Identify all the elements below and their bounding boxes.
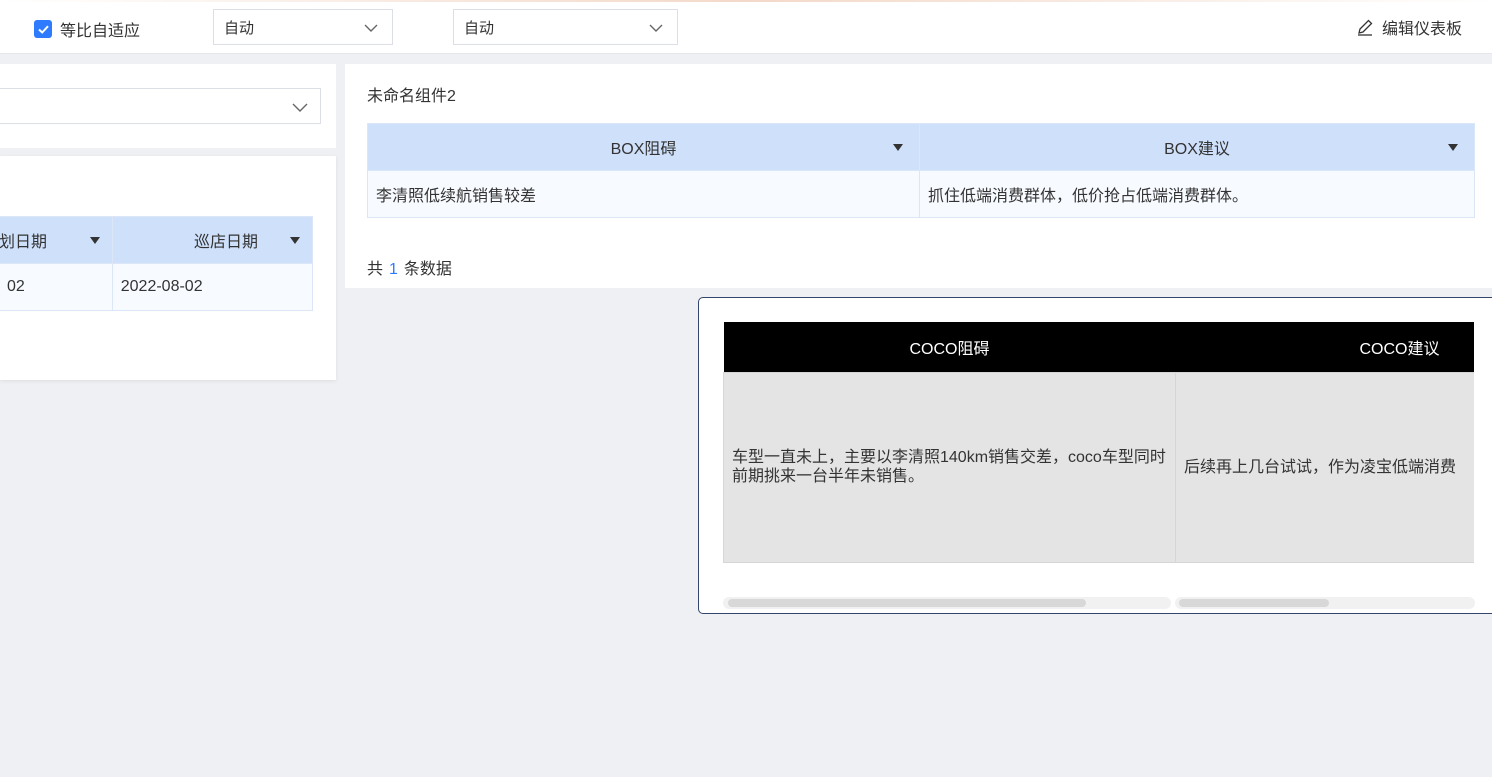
- pencil-icon: [1357, 19, 1373, 36]
- box-widget: 未命名组件2 BOX阻碍 BOX建议 李清照低续航销售较差 抓住低端消费群体，低…: [345, 64, 1492, 288]
- toolbar: 等比自适应 自动 自动 编辑仪表板: [0, 0, 1492, 54]
- height-select[interactable]: 自动: [453, 9, 678, 45]
- table-header-row: BOX阻碍 BOX建议: [367, 123, 1475, 171]
- table-cell: 后续再上几台试试，作为凌宝低端消费: [1175, 371, 1474, 563]
- box-table: BOX阻碍 BOX建议 李清照低续航销售较差 抓住低端消费群体，低价抢占低端消费…: [367, 123, 1475, 218]
- table-row: 车型一直未上，主要以李清照140km销售交差，coco车型同时前期挑来一台半年未…: [723, 371, 1474, 563]
- column-header[interactable]: COCO阻碍: [723, 322, 1176, 372]
- checkbox-label: 等比自适应: [60, 23, 141, 40]
- column-header[interactable]: BOX阻碍: [367, 123, 920, 171]
- table-row: 李清照低续航销售较差 抓住低端消费群体，低价抢占低端消费群体。: [367, 170, 1475, 218]
- edit-dashboard-label: 编辑仪表板: [1381, 21, 1462, 38]
- filter-panel: [0, 64, 336, 148]
- column-header[interactable]: 划日期: [0, 216, 113, 264]
- column-header[interactable]: BOX建议: [919, 123, 1475, 171]
- column-header[interactable]: COCO建议: [1175, 322, 1474, 372]
- chevron-down-icon: [649, 24, 663, 32]
- coco-widget: COCO阻碍 COCO建议 车型一直未上，主要以李清照140km销售交差，coc…: [698, 297, 1492, 614]
- edit-dashboard-button[interactable]: 编辑仪表板: [1356, 15, 1462, 39]
- table-header-row: COCO阻碍 COCO建议: [723, 322, 1474, 372]
- height-select-value: 自动: [464, 19, 495, 37]
- coco-table: COCO阻碍 COCO建议 车型一直未上，主要以李清照140km销售交差，coc…: [723, 322, 1474, 563]
- chevron-down-icon: [364, 24, 378, 32]
- record-count-prefix: 共: [367, 261, 384, 278]
- horizontal-scrollbar[interactable]: [1175, 597, 1475, 609]
- cell-text: 后续再上几台试试，作为凌宝低端消费: [1184, 458, 1457, 476]
- sort-triangle-icon[interactable]: [1448, 144, 1458, 151]
- column-header-label: BOX阻碍: [610, 141, 677, 158]
- cell-text: 车型一直未上，主要以李清照140km销售交差，coco车型同时前期挑来一台半年未…: [732, 449, 1166, 485]
- filter-select[interactable]: [0, 88, 321, 124]
- record-count-suffix: 条数据: [403, 261, 452, 278]
- coco-table-viewport: COCO阻碍 COCO建议 车型一直未上，主要以李清照140km销售交差，coc…: [723, 322, 1474, 563]
- table-cell: 李清照低续航销售较差: [367, 170, 920, 218]
- width-select[interactable]: 自动: [213, 9, 393, 45]
- column-header[interactable]: 巡店日期: [111, 216, 314, 264]
- column-header-label: BOX建议: [1164, 141, 1230, 158]
- record-count-number: 1: [389, 261, 398, 278]
- checkbox-checked-icon[interactable]: [34, 20, 52, 38]
- table-cell: 2022-08-02: [111, 263, 314, 311]
- widget-title: 未命名组件2: [367, 88, 456, 105]
- table-header-row: 划日期 巡店日期: [0, 216, 314, 264]
- sort-triangle-icon[interactable]: [89, 236, 100, 244]
- scrollbar-thumb[interactable]: [1179, 599, 1329, 607]
- sort-triangle-icon[interactable]: [893, 144, 903, 151]
- table-cell: 02: [0, 263, 113, 311]
- date-table-panel: 划日期 巡店日期 02 2022-08-02: [0, 156, 336, 380]
- chevron-down-icon: [292, 103, 308, 112]
- table-cell: 车型一直未上，主要以李清照140km销售交差，coco车型同时前期挑来一台半年未…: [723, 371, 1176, 563]
- proportional-fit-checkbox[interactable]: 等比自适应: [34, 17, 140, 41]
- width-select-value: 自动: [224, 19, 255, 37]
- toolbar-accent-line: [0, 0, 1492, 2]
- date-table: 划日期 巡店日期 02 2022-08-02: [0, 216, 314, 311]
- record-count: 共 1 条数据: [367, 255, 452, 279]
- scrollbar-thumb[interactable]: [728, 599, 1086, 607]
- table-cell: 抓住低端消费群体，低价抢占低端消费群体。: [919, 170, 1475, 218]
- table-row: 02 2022-08-02: [0, 263, 314, 311]
- horizontal-scrollbar[interactable]: [723, 597, 1171, 609]
- column-header-label: 划日期: [0, 234, 48, 251]
- column-header-label: 巡店日期: [193, 234, 258, 251]
- sort-triangle-icon[interactable]: [290, 236, 300, 244]
